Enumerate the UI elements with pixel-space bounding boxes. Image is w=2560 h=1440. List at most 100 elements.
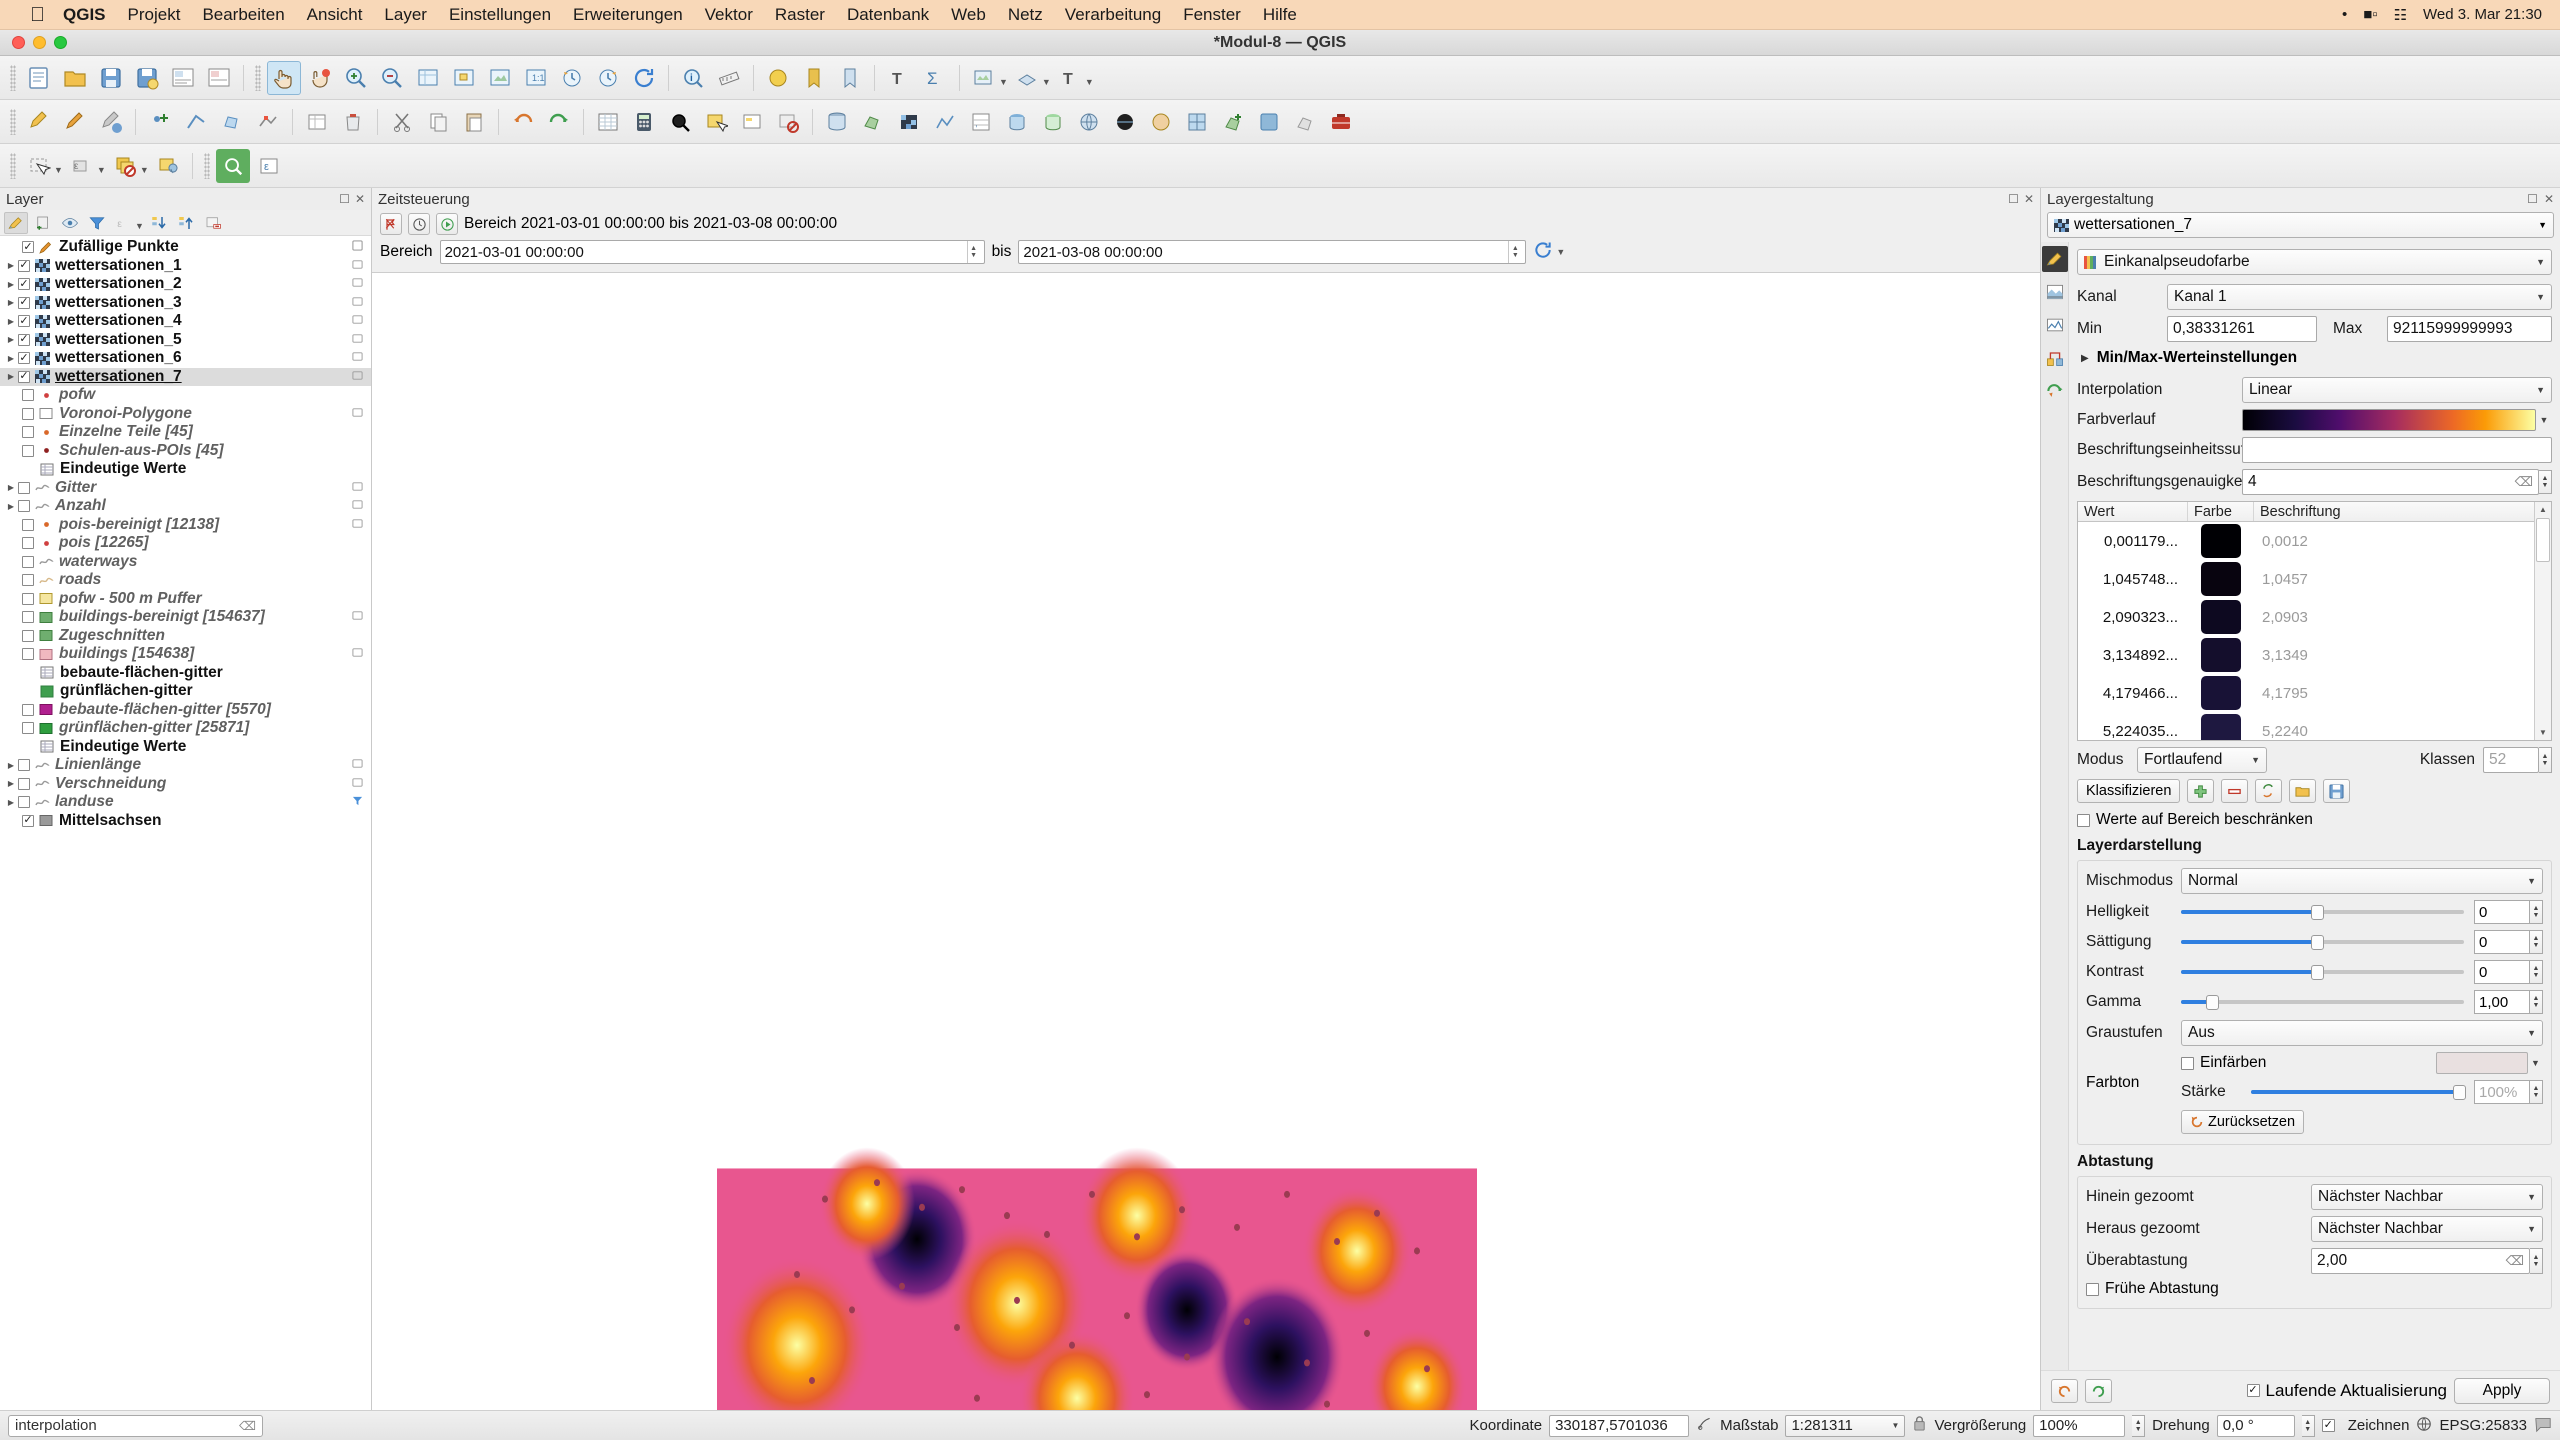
layer-tree-item[interactable]: Eindeutige Werte (0, 460, 371, 479)
clear-icon[interactable]: ⌫ (2515, 474, 2533, 490)
layer-tree-item[interactable]: ▶ ✓ wettersationen_6 (0, 349, 371, 368)
apply-button[interactable]: Apply (2454, 1377, 2550, 1404)
collapse-all-icon[interactable] (174, 212, 198, 234)
processing-toolbox-icon[interactable] (1324, 105, 1358, 139)
layout-manager-icon[interactable] (166, 61, 200, 95)
layer-tree-item[interactable]: grünflächen-gitter (0, 682, 371, 701)
chevron-down-icon[interactable]: ▼ (2527, 1028, 2536, 1038)
menu-hilfe[interactable]: Hilfe (1263, 5, 1297, 25)
strength-input[interactable]: 100% (2474, 1080, 2530, 1104)
chevron-down-icon[interactable]: ▼ (2536, 257, 2545, 267)
raster-meta-icon[interactable] (352, 259, 363, 273)
classes-input[interactable]: 52 (2483, 747, 2539, 773)
expand-arrow-icon[interactable]: ▶ (4, 298, 18, 307)
zoom-out-icon[interactable] (375, 61, 409, 95)
pan-to-selection-icon[interactable] (303, 61, 337, 95)
layer-visibility-checkbox[interactable] (18, 500, 30, 513)
edit-pencil-icon[interactable] (352, 240, 363, 254)
redo-icon[interactable] (2085, 1378, 2112, 1403)
zoom-to-native-icon[interactable] (215, 148, 250, 183)
magnifier-input[interactable]: 100% (2033, 1414, 2126, 1437)
pan-map-icon[interactable] (267, 60, 301, 95)
range-start-input[interactable]: 2021-03-01 00:00:00 ▲ ▼ (439, 240, 985, 264)
current-edits-icon[interactable] (22, 105, 56, 139)
crs-label[interactable]: EPSG:25833 (2439, 1417, 2527, 1434)
band-combo[interactable]: Kanal 1 ▼ (2167, 284, 2552, 310)
range-end-input[interactable]: 2021-03-08 00:00:00 ▲ ▼ (1018, 240, 1527, 264)
chevron-down-icon[interactable]: ▼ (2536, 292, 2545, 302)
new-geopackage-icon[interactable] (1252, 105, 1286, 139)
zoom-selection-icon[interactable] (447, 61, 481, 95)
label-precision-spinner[interactable]: ▲ ▼ (2539, 470, 2552, 494)
class-color-swatch[interactable] (2188, 524, 2254, 558)
chevron-down-icon[interactable]: ▼ (2527, 1192, 2536, 1202)
label-suffix-input[interactable] (2242, 437, 2552, 463)
measure-icon[interactable] (712, 61, 746, 95)
zoom-layer-icon[interactable] (483, 61, 517, 95)
menu-netz[interactable]: Netz (1008, 5, 1043, 25)
layer-visibility-checkbox[interactable] (22, 555, 34, 568)
close-panel-icon[interactable]: ✕ (2024, 192, 2034, 206)
layer-tree-item[interactable]: Eindeutige Werte (0, 738, 371, 757)
chevron-down-icon[interactable]: ▼ (2536, 385, 2545, 395)
layer-meta-icon[interactable] (352, 777, 363, 791)
layer-tree-item[interactable]: buildings [154638] (0, 645, 371, 664)
contrast-spinner[interactable]: ▲ ▼ (2530, 960, 2543, 984)
add-xyz-layer-icon[interactable] (1180, 105, 1214, 139)
refresh-map-icon[interactable] (627, 61, 661, 95)
delete-selected-icon[interactable] (336, 105, 370, 139)
undo-edit-icon[interactable] (506, 105, 540, 139)
early-resampling-row[interactable]: Frühe Abtastung (2086, 1280, 2543, 1298)
new-map-view-icon[interactable] (967, 61, 1001, 95)
render-checkbox[interactable]: ✓ (2321, 1419, 2335, 1432)
select-features-icon[interactable] (699, 105, 733, 139)
close-panel-icon[interactable]: ✕ (355, 192, 365, 206)
layer-tree-item[interactable]: ▶ landuse (0, 793, 371, 812)
open-attribute-table-icon[interactable] (591, 105, 625, 139)
filter-icon[interactable] (352, 795, 363, 809)
histogram-tab[interactable] (2042, 312, 2068, 338)
class-color-swatch[interactable] (2188, 676, 2254, 710)
filter-legend-expression-icon[interactable]: ε (112, 212, 136, 234)
max-input[interactable]: 92115999999993 (2387, 316, 2552, 342)
reset-rendering-button[interactable]: Zurücksetzen (2181, 1110, 2305, 1134)
color-ramp-preview[interactable] (2242, 409, 2536, 431)
layer-visibility-checkbox[interactable] (18, 777, 30, 790)
zoom-out-combo[interactable]: Nächster Nachbar ▼ (2311, 1216, 2543, 1242)
zoom-native-icon[interactable]: 1:1 (519, 61, 553, 95)
scrollbar-thumb[interactable] (2536, 518, 2550, 562)
manage-layer-visibility-icon[interactable] (58, 212, 82, 234)
menu-bearbeiten[interactable]: Bearbeiten (202, 5, 284, 25)
colorize-color-swatch[interactable] (2436, 1052, 2528, 1074)
range-end-spinner[interactable]: ▲ ▼ (1508, 241, 1521, 263)
add-delimited-text-icon[interactable]: , (964, 105, 998, 139)
layer-tree-item[interactable]: bebaute-flächen-gitter (0, 664, 371, 683)
identify-features-icon[interactable]: i (676, 61, 710, 95)
float-panel-icon[interactable]: ☐ (2527, 192, 2538, 206)
add-wcs-layer-icon[interactable] (1144, 105, 1178, 139)
expand-arrow-icon[interactable]: ▶ (4, 261, 18, 270)
cut-features-icon[interactable] (385, 105, 419, 139)
chevron-down-icon[interactable]: ▼ (135, 221, 144, 231)
load-ramp-icon[interactable] (2289, 779, 2317, 803)
data-source-manager-icon[interactable] (820, 105, 854, 139)
layer-tree-item[interactable]: ▶ ✓ wettersationen_1 (0, 257, 371, 276)
class-table-scrollbar[interactable]: ▲ ▼ (2534, 502, 2551, 740)
class-color-swatch[interactable] (2188, 600, 2254, 634)
deselect-icon[interactable] (771, 105, 805, 139)
expand-arrow-icon[interactable]: ▶ (4, 761, 18, 770)
layer-visibility-checkbox[interactable] (18, 796, 30, 809)
scale-combo[interactable]: 1:281311 ▼ (1785, 1414, 1906, 1437)
add-mesh-layer-icon[interactable] (928, 105, 962, 139)
oversampling-input[interactable]: 2,00 ⌫ (2311, 1248, 2530, 1274)
layer-visibility-checkbox[interactable] (22, 407, 34, 420)
layer-tree-item[interactable]: pofw (0, 386, 371, 405)
filter-legend-icon[interactable] (85, 212, 109, 234)
layer-visibility-checkbox[interactable] (18, 759, 30, 772)
blend-mode-combo[interactable]: Normal ▼ (2181, 868, 2543, 894)
layer-tree-item[interactable]: pois-bereinigt [12138] (0, 516, 371, 535)
brightness-input[interactable]: 0 (2474, 900, 2530, 924)
menu-vektor[interactable]: Vektor (705, 5, 753, 25)
select-value-icon[interactable] (735, 105, 769, 139)
raster-meta-icon[interactable] (352, 314, 363, 328)
